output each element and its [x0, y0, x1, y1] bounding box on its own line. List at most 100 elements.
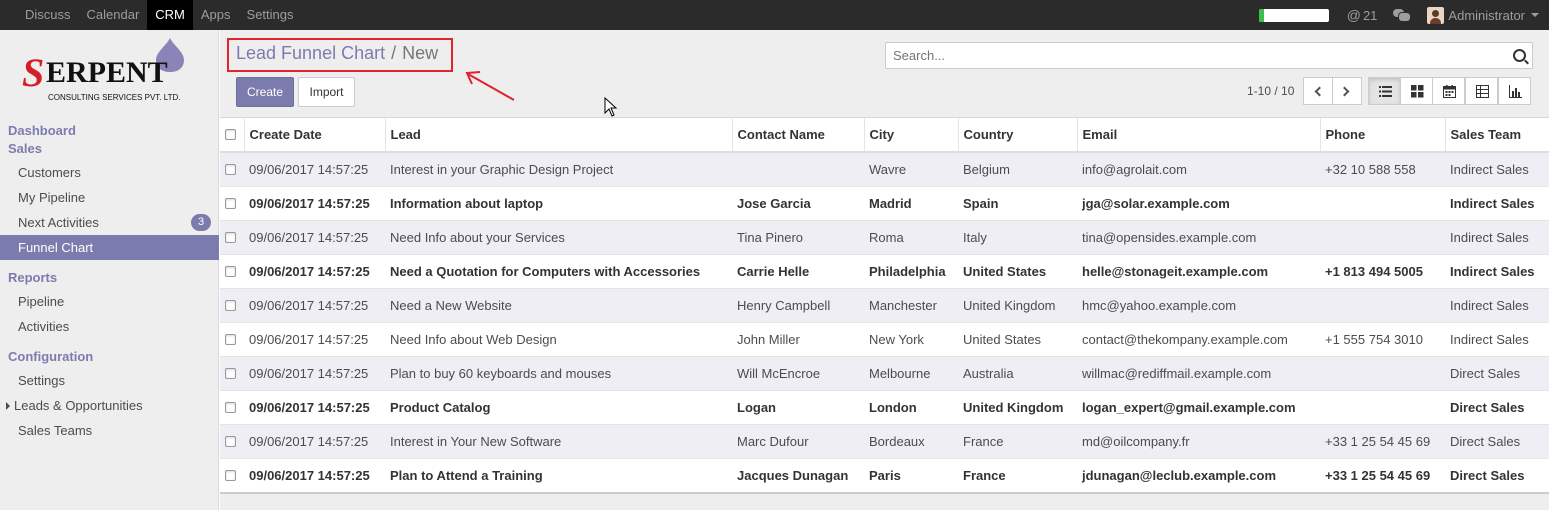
- column-header-sales-team[interactable]: Sales Team: [1445, 118, 1549, 153]
- menu-discuss[interactable]: Discuss: [17, 0, 79, 30]
- menu-settings[interactable]: Settings: [239, 0, 302, 30]
- column-header-country[interactable]: Country: [958, 118, 1078, 153]
- table-row[interactable]: 09/06/2017 14:57:25 Interest in your Grap…: [220, 151, 1549, 186]
- cell-country: France: [958, 423, 1077, 458]
- view-calendar-button[interactable]: [1432, 77, 1465, 105]
- cell-create-date: 09/06/2017 14:57:25: [244, 185, 385, 220]
- cell-city: London: [864, 389, 958, 424]
- row-select-cell[interactable]: [220, 151, 244, 186]
- select-all-cell[interactable]: [220, 118, 245, 153]
- table-row[interactable]: 09/06/2017 14:57:25 Product Catalog Logan L…: [220, 389, 1549, 424]
- cell-sales-team: Direct Sales: [1445, 389, 1549, 424]
- column-header-create-date[interactable]: Create Date: [244, 118, 386, 153]
- table-row[interactable]: 09/06/2017 14:57:25 Interest in Your New …: [220, 423, 1549, 458]
- cell-contact-name: Jacques Dunagan: [732, 457, 864, 492]
- import-button[interactable]: Import: [298, 77, 355, 107]
- column-header-city[interactable]: City: [864, 118, 959, 153]
- pager-previous-button[interactable]: [1303, 77, 1333, 105]
- row-select-cell[interactable]: [220, 185, 244, 220]
- row-checkbox[interactable]: [225, 163, 236, 175]
- table-row[interactable]: 09/06/2017 14:57:25 Plan to buy 60 keyboa…: [220, 355, 1549, 390]
- cell-email: willmac@rediffmail.example.com: [1077, 355, 1320, 390]
- row-select-cell[interactable]: [220, 457, 244, 492]
- sidebar-item-sales-teams[interactable]: Sales Teams: [0, 418, 219, 443]
- cell-country: Belgium: [958, 151, 1077, 186]
- row-select-cell[interactable]: [220, 219, 244, 254]
- row-checkbox[interactable]: [225, 401, 236, 413]
- breadcrumb-parent[interactable]: Lead Funnel Chart: [236, 43, 385, 63]
- row-select-cell[interactable]: [220, 423, 244, 458]
- view-graph-button[interactable]: [1498, 77, 1531, 105]
- row-checkbox[interactable]: [225, 299, 236, 311]
- column-header-lead[interactable]: Lead: [385, 118, 733, 153]
- cell-country: Spain: [958, 185, 1077, 220]
- mentions-counter[interactable]: @ 21: [1347, 7, 1378, 23]
- chat-icon[interactable]: [1393, 9, 1412, 22]
- sidebar-item-leads-opportunities[interactable]: Leads & Opportunities: [0, 393, 219, 418]
- cell-lead: Plan to Attend a Training: [385, 457, 732, 492]
- systray: @ 21 Administrator: [1258, 0, 1549, 30]
- cell-email: jga@solar.example.com: [1077, 185, 1320, 220]
- cell-create-date: 09/06/2017 14:57:25: [244, 389, 385, 424]
- select-all-checkbox[interactable]: [225, 129, 236, 140]
- sidebar-item-pipeline[interactable]: Pipeline: [0, 289, 219, 314]
- breadcrumb-current: New: [402, 43, 439, 63]
- row-select-cell[interactable]: [220, 389, 244, 424]
- column-header-phone[interactable]: Phone: [1320, 118, 1446, 153]
- view-pivot-button[interactable]: [1465, 77, 1498, 105]
- planner-progress-bar[interactable]: [1258, 8, 1329, 22]
- row-checkbox[interactable]: [225, 469, 236, 481]
- create-button[interactable]: Create: [236, 77, 294, 107]
- view-kanban-button[interactable]: [1400, 77, 1433, 105]
- cell-lead: Need a Quotation for Computers with Acce…: [385, 253, 732, 288]
- table-row[interactable]: 09/06/2017 14:57:25 Need a New Website Hen…: [220, 287, 1549, 322]
- sidebar-dashboard[interactable]: Dashboard: [8, 123, 76, 138]
- column-header-email[interactable]: Email: [1077, 118, 1321, 153]
- search-icon[interactable]: [1513, 49, 1526, 62]
- row-checkbox[interactable]: [225, 231, 236, 243]
- row-select-cell[interactable]: [220, 355, 244, 390]
- cell-country: United Kingdom: [958, 389, 1077, 424]
- bar-chart-icon: [1509, 85, 1522, 98]
- row-select-cell[interactable]: [220, 321, 244, 356]
- row-checkbox[interactable]: [225, 435, 236, 447]
- svg-text:CONSULTING SERVICES PVT. LTD.: CONSULTING SERVICES PVT. LTD.: [48, 93, 180, 102]
- sidebar-item-customers[interactable]: Customers: [0, 160, 219, 185]
- search-input[interactable]: [891, 43, 1501, 68]
- sidebar-item-activities[interactable]: Activities: [0, 314, 219, 339]
- row-checkbox[interactable]: [225, 265, 236, 277]
- sidebar-item-settings[interactable]: Settings: [0, 368, 219, 393]
- menu-calendar[interactable]: Calendar: [79, 0, 148, 30]
- user-menu[interactable]: Administrator: [1427, 6, 1539, 24]
- cell-contact-name: Tina Pinero: [732, 219, 864, 254]
- mentions-count: 21: [1362, 7, 1378, 23]
- cell-lead: Need Info about your Services: [385, 219, 732, 254]
- menu-crm[interactable]: CRM: [147, 0, 193, 30]
- row-select-cell[interactable]: [220, 287, 244, 322]
- sidebar-item-next-activities[interactable]: Next Activities 3: [0, 210, 219, 235]
- cell-contact-name: Logan: [732, 389, 864, 424]
- search-box: [885, 42, 1533, 69]
- pager-next-button[interactable]: [1332, 77, 1362, 105]
- cell-contact-name: Jose Garcia: [732, 185, 864, 220]
- cell-email: info@agrolait.com: [1077, 151, 1320, 186]
- row-select-cell[interactable]: [220, 253, 244, 288]
- table-row[interactable]: 09/06/2017 14:57:25 Need a Quotation for …: [220, 253, 1549, 288]
- sidebar-head-configuration: Configuration: [8, 349, 94, 364]
- sidebar-item-my-pipeline[interactable]: My Pipeline: [0, 185, 219, 210]
- table-row[interactable]: 09/06/2017 14:57:25 Information about lap…: [220, 185, 1549, 220]
- table-row[interactable]: 09/06/2017 14:57:25 Plan to Attend a Trai…: [220, 457, 1549, 492]
- row-checkbox[interactable]: [225, 367, 236, 379]
- table-row[interactable]: 09/06/2017 14:57:25 Need Info about Web D…: [220, 321, 1549, 356]
- column-header-contact-name[interactable]: Contact Name: [732, 118, 865, 153]
- menu-apps[interactable]: Apps: [193, 0, 239, 30]
- sidebar-item-funnel-chart[interactable]: Funnel Chart: [0, 235, 219, 260]
- caret-right-icon: [6, 402, 10, 410]
- cell-city: Paris: [864, 457, 958, 492]
- view-list-button[interactable]: [1368, 77, 1401, 105]
- row-checkbox[interactable]: [225, 197, 236, 209]
- row-checkbox[interactable]: [225, 333, 236, 345]
- table-row[interactable]: 09/06/2017 14:57:25 Need Info about your …: [220, 219, 1549, 254]
- pager-value[interactable]: 1-10 / 10: [1247, 84, 1294, 98]
- cell-phone: [1320, 287, 1445, 322]
